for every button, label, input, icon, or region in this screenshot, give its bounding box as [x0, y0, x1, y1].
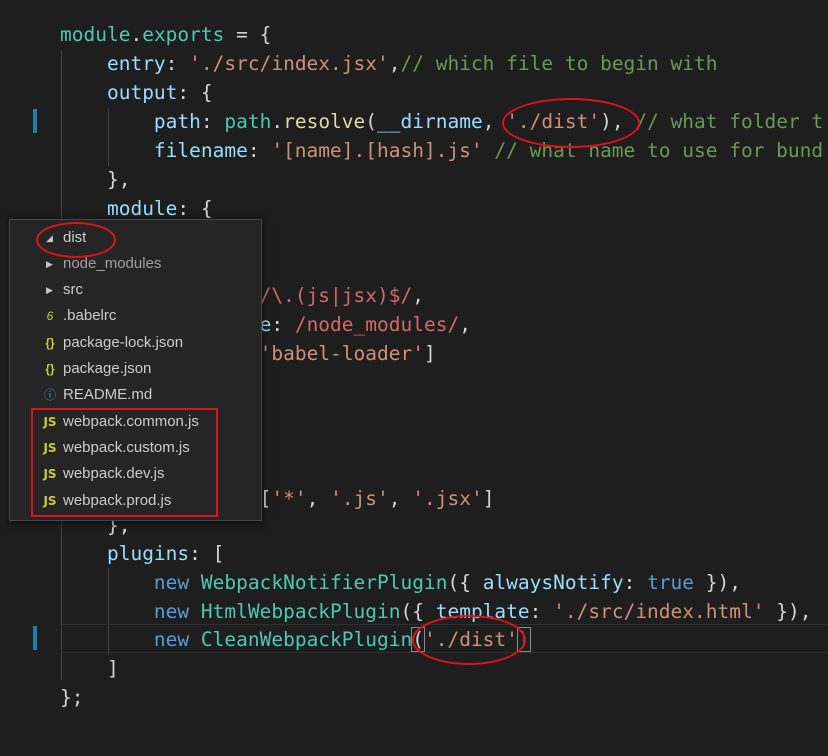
tree-item-readme-md[interactable]: ⓘ README.md: [10, 382, 261, 408]
tree-item-label: .babelrc: [63, 307, 117, 325]
code-line: module.exports = {: [60, 23, 272, 46]
code-line: path: path.resolve(__dirname, './dist'),…: [153, 110, 824, 133]
annotation-ellipse: [412, 615, 526, 665]
annotation-box: [31, 408, 218, 517]
code-line: },: [106, 168, 131, 191]
tree-item-label: src: [63, 281, 83, 299]
tree-item-src[interactable]: ▶ src: [10, 277, 261, 303]
code-line: ]: [106, 657, 119, 680]
code-line: output: {: [106, 81, 213, 104]
tree-item-package-lock-json[interactable]: {} package-lock.json: [10, 330, 261, 356]
tree-item-label: package-lock.json: [63, 333, 184, 351]
tree-item-label: README.md: [63, 386, 153, 404]
tree-item-label: package.json: [63, 360, 152, 377]
json-icon: {}: [45, 335, 55, 350]
code-line: };: [60, 686, 84, 709]
tree-item-node-modules[interactable]: ▶ node_modules: [10, 251, 261, 277]
annotation-ellipse: [36, 222, 116, 258]
tree-item-babelrc[interactable]: 6 .babelrc: [10, 303, 261, 329]
code-line: entry: './src/index.jsx',// which file t…: [106, 52, 718, 75]
chevron-right-icon: ▶: [46, 285, 53, 296]
code-line: filename: '[name].[hash].js' // what nam…: [153, 139, 824, 162]
chevron-right-icon: ▶: [46, 258, 53, 269]
git-change-marker: [33, 626, 37, 650]
git-change-marker: [33, 109, 37, 133]
code-line: plugins: [: [106, 542, 225, 565]
json-icon: {}: [45, 362, 55, 376]
babel-icon: 6: [46, 309, 54, 324]
file-explorer-panel: ◢ dist ▶ node_modules ▶ src 6 .babelrc{} package…: [9, 219, 262, 521]
info-icon: ⓘ: [43, 388, 56, 403]
tree-item-package-json[interactable]: {} package.json: [10, 356, 261, 382]
code-line: new WebpackNotifierPlugin({ alwaysNotify…: [153, 571, 741, 594]
annotation-ellipse: [502, 98, 640, 148]
